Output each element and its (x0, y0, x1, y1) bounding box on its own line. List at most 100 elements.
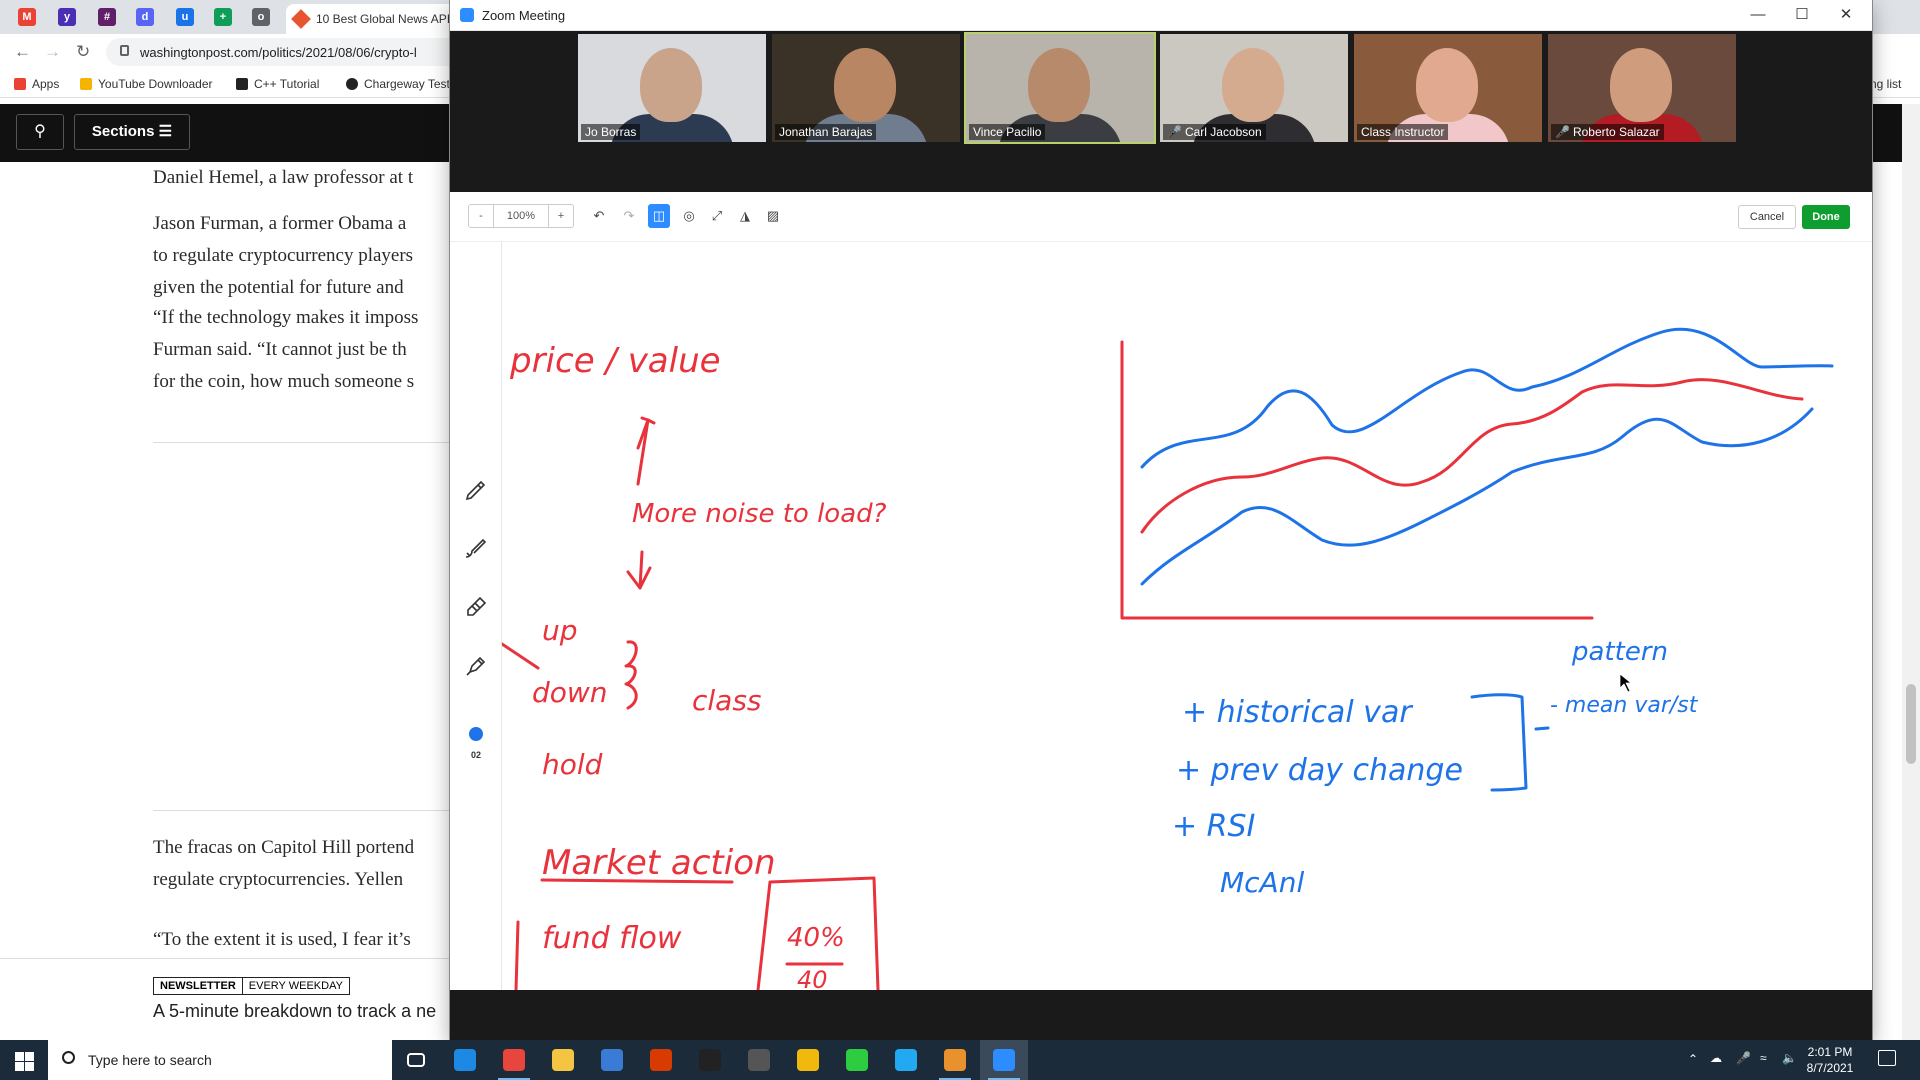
newsletter-label: NEWSLETTER (160, 980, 236, 992)
note-historical: + historical var (1182, 695, 1413, 730)
cancel-button[interactable]: Cancel (1738, 205, 1796, 229)
participant-face (1222, 48, 1284, 122)
target-icon[interactable]: ◎ (678, 204, 700, 228)
microphone-icon[interactable]: 🎤 (1736, 1051, 1751, 1065)
fill-icon[interactable]: ◮ (734, 204, 756, 228)
whiteboard-canvas[interactable]: price / value More noise to load? up dow… (500, 242, 1872, 994)
taskbar-app-slack[interactable] (931, 1040, 979, 1080)
select-tool-icon[interactable]: ◫ (648, 204, 670, 228)
taskbar-app-calculator[interactable] (588, 1040, 636, 1080)
wifi-icon[interactable]: ≈ (1760, 1051, 1767, 1065)
bookmark-apps[interactable]: Apps (14, 77, 59, 91)
close-icon[interactable]: ✕ (1826, 4, 1866, 26)
clock-time: 2:01 PM (1807, 1045, 1853, 1059)
eraser-icon[interactable]: ▨ (762, 204, 784, 228)
participant-tile[interactable]: Jo Borras (578, 34, 766, 142)
fit-screen-icon[interactable]: ⤢ (706, 204, 728, 228)
dash-mark (1534, 726, 1550, 731)
maximize-icon[interactable]: ☐ (1782, 4, 1822, 26)
taskbar-app-chrome[interactable] (490, 1040, 538, 1080)
pen-icon[interactable] (464, 478, 488, 502)
sheets-icon[interactable]: + (214, 8, 232, 26)
windows-start-icon[interactable] (0, 1040, 48, 1080)
user-icon[interactable]: u (176, 8, 194, 26)
participant-name: Vince Pacilio (973, 125, 1042, 139)
participant-name: Carl Jacobson (1184, 125, 1262, 139)
newsletter-promo[interactable]: NEWSLETTER EVERY WEEKDAY A 5-minute brea… (0, 958, 452, 1040)
chevron-up-icon[interactable]: ⌃ (1688, 1052, 1698, 1066)
scrollbar-thumb[interactable] (1906, 684, 1916, 764)
task-view-icon (407, 1053, 425, 1067)
zoom-footer (450, 990, 1872, 1040)
marker-icon[interactable] (464, 654, 488, 678)
reading-list[interactable]: ng list (1870, 77, 1901, 91)
reload-icon[interactable]: ↻ (76, 42, 90, 62)
yahoo-icon[interactable]: y (58, 8, 76, 26)
terminal-icon (699, 1049, 721, 1071)
participant-name: Class Instructor (1361, 125, 1445, 139)
participant-name: Roberto Salazar (1572, 125, 1660, 139)
tab-active[interactable]: 10 Best Global News API (286, 4, 456, 34)
taskbar-app-office[interactable] (637, 1040, 685, 1080)
back-icon[interactable]: ← (14, 42, 31, 62)
taskbar-search-box[interactable]: Type here to search (48, 1040, 392, 1080)
participant-tile[interactable]: Jonathan Barajas (772, 34, 960, 142)
taskbar-app-terminal2[interactable] (735, 1040, 783, 1080)
search-icon[interactable]: ⚲ (16, 114, 64, 150)
left-bracket (514, 920, 520, 992)
note-pct-top: 40% (787, 923, 845, 953)
taskbar-clock[interactable]: 2:01 PM 8/7/2021 (1800, 1044, 1860, 1076)
bookmark-chargeway-test[interactable]: Chargeway Test (346, 77, 450, 91)
color-picker[interactable] (469, 727, 483, 741)
participant-tile[interactable]: Class Instructor (1354, 34, 1542, 142)
participant-tile[interactable]: Vince Pacilio (964, 32, 1156, 144)
chart-line-lower (1140, 407, 1814, 586)
taskbar-app-circle-app[interactable] (833, 1040, 881, 1080)
note-pattern: pattern (1571, 637, 1668, 667)
folder-icon (80, 78, 92, 90)
slack-icon[interactable]: # (98, 8, 116, 26)
participant-tile[interactable]: 🎤 Carl Jacobson (1160, 34, 1348, 142)
cloud-icon[interactable]: ☁ (1710, 1051, 1722, 1065)
office-icon (650, 1049, 672, 1071)
chrome-icon (503, 1049, 525, 1071)
bookmark-label: C++ Tutorial (254, 77, 320, 91)
redo-icon[interactable]: ↷ (618, 204, 640, 228)
discord-icon[interactable]: d (136, 8, 154, 26)
bookmark-label: YouTube Downloader (98, 77, 213, 91)
taskbar-app-task-view[interactable] (392, 1040, 440, 1080)
zoom-control: - 100% + (468, 204, 574, 228)
taskbar-app-zoom[interactable] (980, 1040, 1028, 1080)
file-explorer-icon (552, 1049, 574, 1071)
zoom-in-button[interactable]: + (549, 205, 573, 227)
globe-icon[interactable]: o (252, 8, 270, 26)
circle-app-icon (846, 1049, 868, 1071)
done-button[interactable]: Done (1802, 205, 1850, 229)
taskbar-app-vscode[interactable] (882, 1040, 930, 1080)
taskbar-app-edge[interactable] (441, 1040, 489, 1080)
participant-tile[interactable]: 🎤 Roberto Salazar (1548, 34, 1736, 142)
forward-icon[interactable]: → (44, 42, 61, 62)
undo-icon[interactable]: ↶ (588, 204, 610, 228)
highlighter-icon[interactable] (464, 595, 488, 619)
note-hold: hold (542, 748, 603, 781)
notification-icon[interactable] (1878, 1050, 1896, 1066)
volume-icon[interactable]: 🔈 (1782, 1051, 1797, 1065)
brush-icon[interactable] (464, 535, 488, 559)
page-scrollbar[interactable] (1902, 104, 1920, 1040)
taskbar-app-git[interactable] (784, 1040, 832, 1080)
taskbar-app-file-explorer[interactable] (539, 1040, 587, 1080)
pen-size-label[interactable]: 02 (466, 750, 486, 760)
bookmark-cpp-tutorial[interactable]: C++ Tutorial (236, 77, 319, 91)
zoom-out-button[interactable]: - (469, 205, 493, 227)
article-divider (153, 442, 453, 443)
note-market-action: Market action (542, 843, 776, 883)
whiteboard-drawing: price / value More noise to load? up dow… (500, 327, 1834, 994)
sections-button[interactable]: Sections ☰ (74, 114, 190, 150)
bookmark-youtube-downloader[interactable]: YouTube Downloader (80, 77, 213, 91)
mouse-cursor-icon (1619, 673, 1632, 693)
taskbar-app-terminal[interactable] (686, 1040, 734, 1080)
gmail-icon[interactable]: M (18, 8, 36, 26)
minimize-icon[interactable]: — (1738, 4, 1778, 26)
address-bar[interactable]: washingtonpost.com/politics/2021/08/06/c… (106, 38, 466, 66)
